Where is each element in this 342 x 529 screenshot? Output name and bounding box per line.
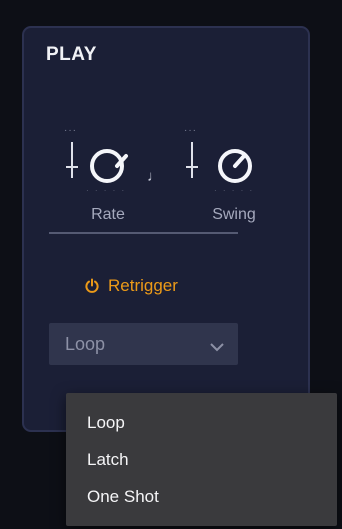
play-panel bbox=[22, 26, 310, 432]
rate-label: Rate bbox=[91, 206, 125, 223]
rate-knob[interactable] bbox=[90, 149, 124, 183]
screen: PLAY ··· · · · · · Rate ♩ ··· · · · · · … bbox=[0, 0, 342, 529]
retrigger-label: Retrigger bbox=[108, 276, 178, 295]
mode-dropdown[interactable]: Loop bbox=[49, 323, 238, 365]
swing-slider-tick bbox=[186, 166, 198, 168]
rate-slider-track bbox=[71, 142, 73, 178]
chevron-down-icon bbox=[210, 339, 224, 352]
section-divider bbox=[49, 232, 238, 234]
swing-knob-dots: ··· bbox=[184, 125, 197, 136]
swing-label: Swing bbox=[212, 206, 256, 223]
retrigger-toggle[interactable]: Retrigger bbox=[84, 276, 178, 296]
swing-knob-scale: · · · · · bbox=[214, 186, 255, 195]
panel-title: PLAY bbox=[46, 44, 97, 65]
dropdown-menu: Loop Latch One Shot bbox=[66, 393, 337, 526]
note-icon: ♩ bbox=[147, 168, 162, 185]
rate-slider-tick bbox=[66, 166, 78, 168]
rate-knob-dots: ··· bbox=[64, 125, 77, 136]
swing-knob[interactable] bbox=[218, 149, 252, 183]
dropdown-value: Loop bbox=[65, 333, 106, 354]
power-icon bbox=[84, 278, 100, 294]
menu-item-latch[interactable]: Latch bbox=[66, 441, 337, 478]
rate-knob-scale: · · · · · bbox=[86, 186, 127, 195]
swing-slider-track bbox=[191, 142, 193, 178]
menu-item-loop[interactable]: Loop bbox=[66, 404, 337, 441]
menu-item-one-shot[interactable]: One Shot bbox=[66, 478, 337, 515]
